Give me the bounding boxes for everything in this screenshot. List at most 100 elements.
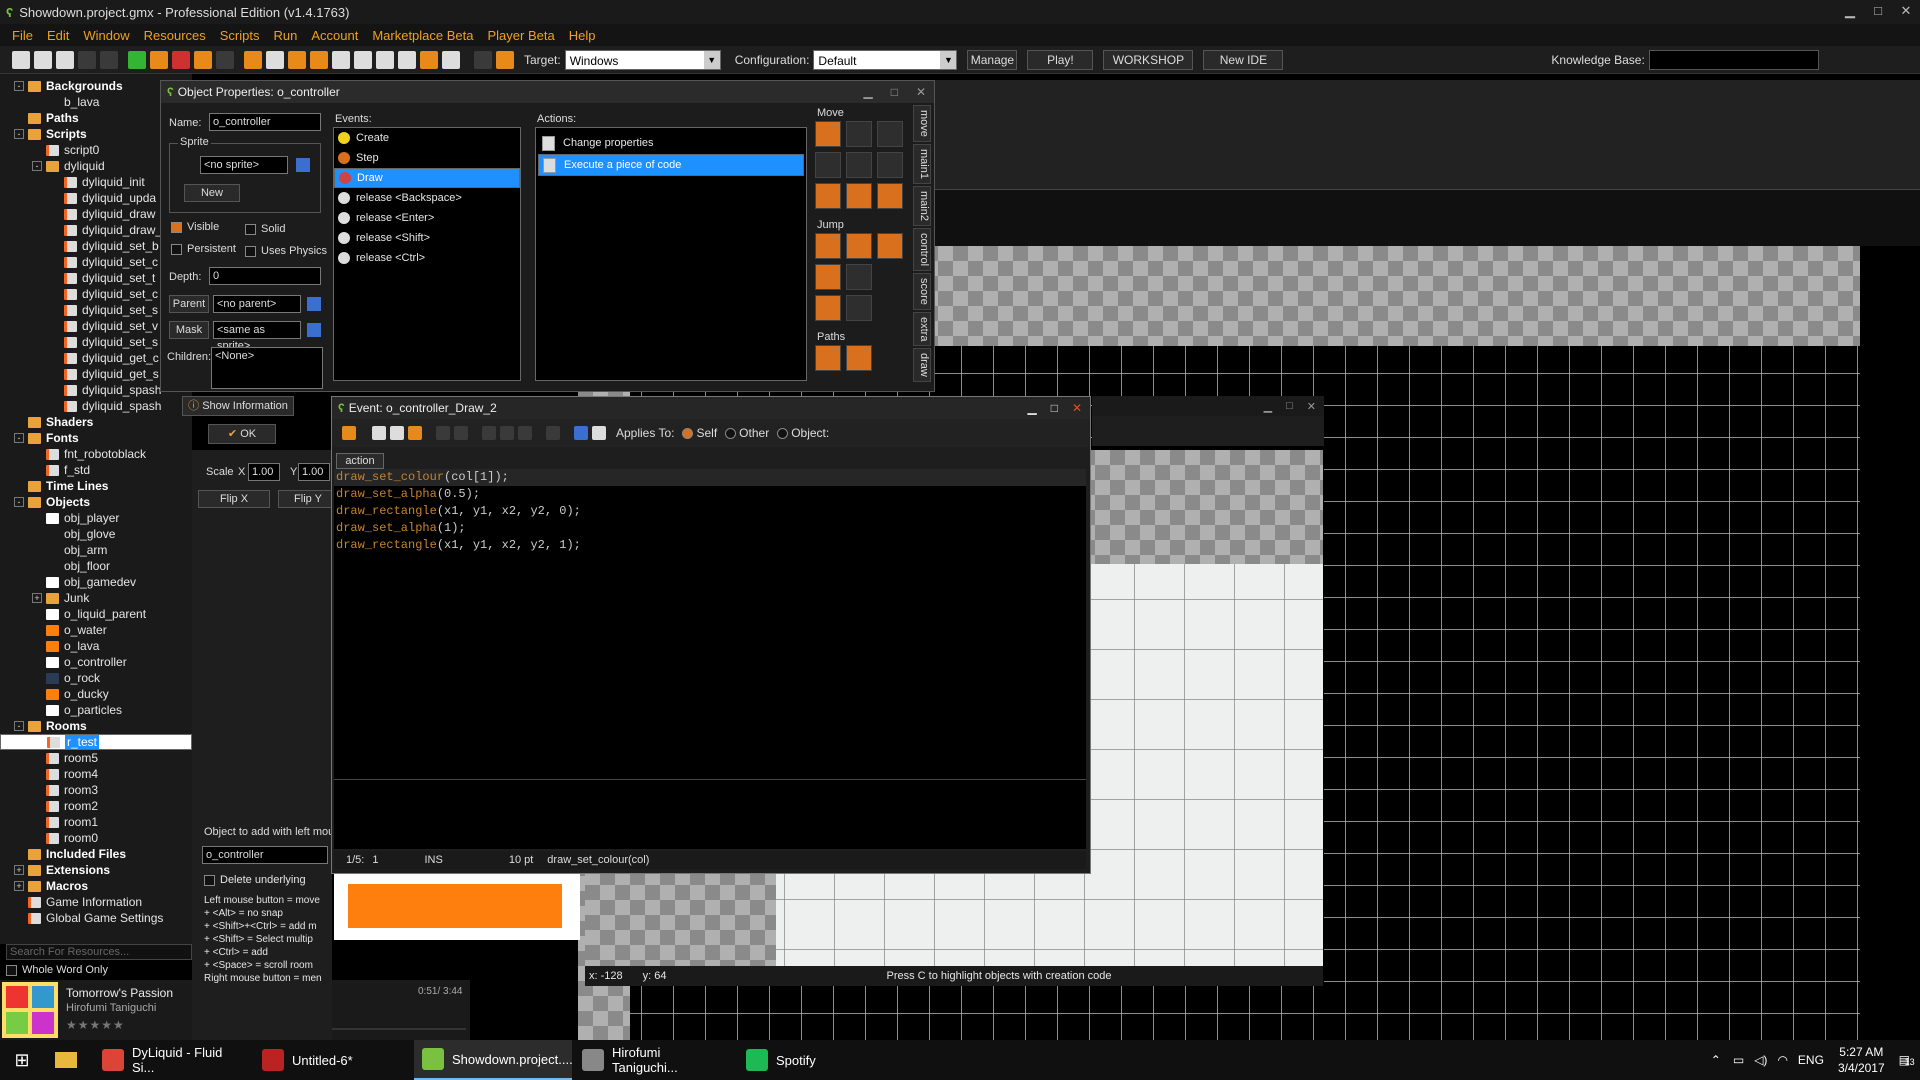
action-item[interactable]: Execute a piece of code [538,154,804,176]
configuration-select[interactable]: Default ▼ [813,49,958,70]
speed-horizontal-icon[interactable] [815,152,841,178]
tab-control[interactable]: control [913,227,931,271]
event-item[interactable]: release <Ctrl> [334,248,520,268]
check-icon[interactable] [342,426,356,440]
play-button[interactable]: Play! [1027,49,1094,70]
visible-checkbox[interactable] [171,221,182,233]
help-icon[interactable] [496,50,514,69]
tree-item[interactable]: o_lava [0,638,192,654]
maximize-icon[interactable]: □ [1864,0,1892,22]
object-radio[interactable] [777,427,789,439]
close-icon[interactable]: ✕ [1307,400,1316,413]
font-icon[interactable] [376,50,394,69]
tab-action[interactable]: action [336,453,384,469]
minimize-icon[interactable]: ▁ [1836,0,1864,22]
run-icon[interactable] [128,50,146,69]
menu-player-beta[interactable]: Player Beta [488,28,555,43]
save-icon[interactable] [390,426,404,440]
rating-stars[interactable]: ★★★★★ [66,1018,125,1032]
parent-field[interactable]: <no parent> [213,295,301,313]
menu-window[interactable]: Window [83,28,129,43]
print-icon[interactable] [408,426,422,440]
object-to-add-field[interactable]: o_controller [202,846,328,864]
manage-button[interactable]: Manage [967,49,1018,70]
browse-parent-icon[interactable] [307,297,321,311]
event-item[interactable]: Step [334,148,520,168]
notifications-icon[interactable]: ▤ 13 [1899,1053,1915,1067]
profile-icon[interactable] [172,50,190,69]
search-icon[interactable] [546,426,560,440]
scale-y-input[interactable]: 1.00 [298,463,330,481]
menu-account[interactable]: Account [311,28,358,43]
close-icon[interactable]: ✕ [1892,0,1920,22]
expand-toggle-icon[interactable]: - [14,721,24,731]
chevron-up-icon[interactable]: ⌃ [1711,1053,1721,1067]
sound-icon[interactable] [266,50,284,69]
tree-item[interactable]: Included Files [0,846,192,862]
reverse-vertical-icon[interactable] [846,183,872,209]
tree-item[interactable]: obj_glove [0,526,192,542]
delete-underlying-option[interactable]: Delete underlying [204,874,306,886]
taskbar-app[interactable]: Spotify [738,1040,896,1080]
persistent-checkbox[interactable] [171,243,182,255]
tab-main1[interactable]: main1 [913,143,931,184]
expand-toggle-icon[interactable]: - [14,129,24,139]
maximize-icon[interactable]: □ [1051,401,1058,415]
expand-toggle-icon[interactable]: + [14,881,24,891]
tree-item[interactable]: - Rooms [0,718,192,734]
expand-toggle-icon[interactable]: - [14,81,24,91]
show-information-button[interactable]: ⓘ Show Information [182,396,294,416]
tree-item[interactable]: o_controller [0,654,192,670]
tab-main2[interactable]: main2 [913,185,931,226]
target-select[interactable]: Windows ▼ [564,49,721,70]
tree-item[interactable]: obj_player [0,510,192,526]
close-icon[interactable]: ✕ [916,85,926,99]
flip-x-button[interactable]: Flip X [198,490,270,508]
minimize-icon[interactable]: ▁ [863,85,872,99]
tree-item[interactable]: room4 [0,766,192,782]
tree-item[interactable]: o_rock [0,670,192,686]
tree-item[interactable]: - Fonts [0,430,192,446]
tree-item[interactable]: o_liquid_parent [0,606,192,622]
expand-toggle-icon[interactable]: - [32,161,42,171]
set-path-icon[interactable] [815,345,841,371]
uses-physics-checkbox[interactable] [245,245,256,257]
language-indicator[interactable]: ENG [1798,1053,1824,1067]
taskbar-app[interactable]: Hirofumi Taniguchi... [574,1040,736,1080]
speed-vertical-icon[interactable] [846,152,872,178]
export-icon[interactable] [78,50,96,69]
game-settings-icon[interactable] [474,50,492,69]
path-icon[interactable] [310,50,328,69]
event-item[interactable]: release <Shift> [334,228,520,248]
solid-checkbox[interactable] [245,223,256,235]
tree-item[interactable]: Game Information [0,894,192,910]
snippets-icon[interactable] [574,426,588,440]
end-path-icon[interactable] [846,345,872,371]
new-sprite-button[interactable]: New [184,184,240,202]
tab-score[interactable]: score [913,272,931,310]
delete-underlying-checkbox[interactable] [204,874,215,886]
tree-item[interactable]: + Junk [0,590,192,606]
new-ide-button[interactable]: New IDE [1203,49,1284,70]
cut-icon[interactable] [482,426,496,440]
move-free-icon[interactable] [846,121,872,147]
jump-to-start-icon[interactable] [846,233,872,259]
other-radio[interactable] [725,427,737,439]
children-list[interactable]: <None> [211,347,323,389]
tree-item[interactable]: room3 [0,782,192,798]
bounce-icon[interactable] [846,295,872,321]
whole-word-option[interactable]: Whole Word Only [6,962,192,978]
code-line[interactable]: draw_rectangle(x1, y1, x2, y2, 0); [334,503,1086,520]
maximize-icon[interactable]: □ [891,85,898,99]
tree-item[interactable]: room0 [0,830,192,846]
file-explorer-icon[interactable] [44,1040,88,1080]
menu-scripts[interactable]: Scripts [220,28,260,43]
expand-toggle-icon[interactable]: - [14,433,24,443]
tree-item[interactable]: + Macros [0,878,192,894]
tree-item[interactable]: dyliquid_spash [0,398,192,414]
color-icon[interactable] [592,426,606,440]
tree-item[interactable]: room5 [0,750,192,766]
undo-icon[interactable] [436,426,450,440]
sprite-field[interactable]: <no sprite> [200,156,288,174]
windows-start-icon[interactable]: ⊞ [0,1040,44,1080]
